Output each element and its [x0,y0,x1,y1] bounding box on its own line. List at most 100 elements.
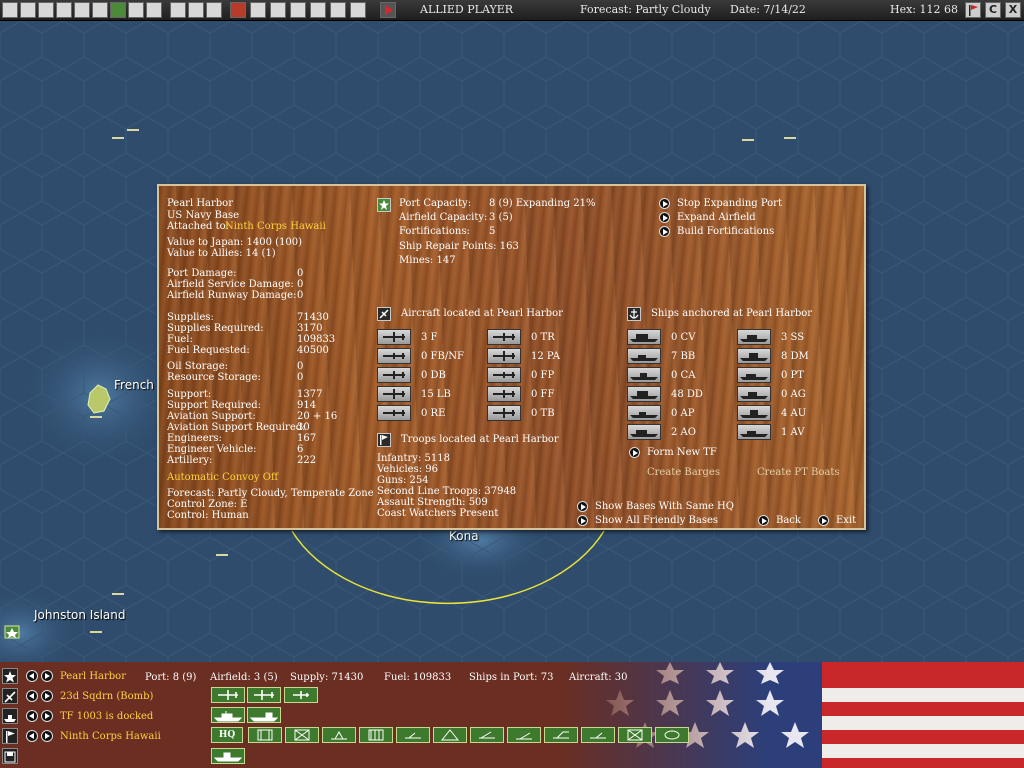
ship-type-icon[interactable] [737,348,771,364]
exit-button[interactable]: Exit [836,515,856,526]
star-icon[interactable] [110,2,126,18]
flag-icon[interactable] [2,728,18,744]
toolbar-button-9[interactable] [146,2,162,18]
ship-type-icon[interactable] [737,367,771,383]
ship-type-icon[interactable] [627,348,661,364]
land-unit-type-button[interactable] [655,727,689,743]
toolbar-button-13[interactable] [230,2,246,18]
toolbar-button-16[interactable] [290,2,306,18]
aircraft-type-icon[interactable] [377,329,411,345]
c-button[interactable]: C [985,2,1001,18]
toolbar-button-12[interactable] [206,2,222,18]
attached-hq-link[interactable]: Ninth Corps Hawaii [225,221,326,232]
aircraft-type-icon[interactable] [487,386,521,402]
aircraft-type-icon[interactable] [377,386,411,402]
aircraft-type-icon[interactable] [377,348,411,364]
show-bases-same-hq-button[interactable]: Show Bases With Same HQ [595,501,734,512]
land-unit-type-button[interactable] [581,727,615,743]
aircraft-type-icon[interactable] [377,367,411,383]
land-unit-type-button[interactable] [359,727,393,743]
fighter-button[interactable] [247,687,281,703]
plane-icon[interactable] [2,688,18,704]
patrol-plane-button[interactable] [284,687,318,703]
ship-type-icon[interactable] [737,386,771,402]
bottom-row-label[interactable]: TF 1003 is docked [60,711,153,722]
bottom-row-label[interactable]: Ninth Corps Hawaii [60,731,161,742]
ship-type-icon[interactable] [627,329,661,345]
land-unit-type-button[interactable] [470,727,504,743]
land-unit-type-button[interactable] [322,727,356,743]
arrow-right-icon[interactable] [818,515,829,526]
automatic-convoy-toggle[interactable]: Automatic Convoy Off [167,472,278,483]
toolbar-button-11[interactable] [188,2,204,18]
back-button[interactable]: Back [776,515,801,526]
create-pt-boats-button[interactable]: Create PT Boats [757,467,840,478]
chevron-right-icon[interactable] [41,710,53,722]
bottom-row-label[interactable]: 23d Sqdrn (Bomb) [60,691,153,702]
battleship-button[interactable] [211,707,245,723]
close-button[interactable]: X [1005,2,1021,18]
toolbar-button-17[interactable] [310,2,326,18]
ship-type-icon[interactable] [627,367,661,383]
aircraft-type-icon[interactable] [487,405,521,421]
aircraft-type-icon[interactable] [487,329,521,345]
toolbar-button-1[interactable] [2,2,18,18]
toolbar-button-2[interactable] [20,2,36,18]
chevron-left-icon[interactable] [26,710,38,722]
action-button[interactable]: Stop Expanding Port [677,198,782,209]
toolbar-button-19[interactable] [350,2,366,18]
ship-type-icon[interactable] [627,405,661,421]
action-button[interactable]: Build Fortifications [677,226,774,237]
aircraft-type-icon[interactable] [377,405,411,421]
toolbar-button-8[interactable] [128,2,144,18]
toolbar-button-6[interactable] [92,2,108,18]
land-unit-type-button[interactable] [618,727,652,743]
hq-button[interactable]: HQ [211,727,243,743]
action-button[interactable]: Expand Airfield [677,212,756,223]
arrow-right-icon[interactable] [659,226,670,237]
disk-icon[interactable] [2,748,18,764]
aircraft-type-icon[interactable] [487,367,521,383]
ship-type-icon[interactable] [737,329,771,345]
arrow-right-icon[interactable] [758,515,769,526]
toolbar-button-18[interactable] [330,2,346,18]
toolbar-button-14[interactable] [250,2,266,18]
arrow-right-icon[interactable] [629,447,640,458]
toolbar-button-3[interactable] [38,2,54,18]
aircraft-type-icon[interactable] [487,348,521,364]
chevron-left-icon[interactable] [26,670,38,682]
land-unit-type-button[interactable] [396,727,430,743]
arrow-right-icon[interactable] [577,515,588,526]
arrow-right-icon[interactable] [577,501,588,512]
toolbar-button-5[interactable] [74,2,90,18]
toolbar-button-4[interactable] [56,2,72,18]
chevron-left-icon[interactable] [26,690,38,702]
chevron-right-icon[interactable] [41,670,53,682]
flag-icon[interactable] [965,2,981,18]
land-unit-type-button[interactable] [433,727,467,743]
create-barges-button[interactable]: Create Barges [647,467,720,478]
chevron-right-icon[interactable] [41,730,53,742]
arrow-right-icon[interactable] [659,198,670,209]
globe-icon[interactable] [270,2,286,18]
bomber-button[interactable] [211,687,245,703]
land-unit-type-button[interactable] [248,727,282,743]
show-all-friendly-bases-button[interactable]: Show All Friendly Bases [595,515,718,526]
chevron-left-icon[interactable] [26,730,38,742]
land-unit-type-button[interactable] [544,727,578,743]
play-icon[interactable] [380,2,396,18]
star-icon[interactable] [2,668,18,684]
chevron-right-icon[interactable] [41,690,53,702]
form-new-tf-button[interactable]: Form New TF [647,447,717,458]
toolbar-button-10[interactable] [170,2,186,18]
transport-button[interactable] [247,707,281,723]
ship-icon[interactable] [2,708,18,724]
ship-type-icon[interactable] [627,424,661,440]
land-unit-type-button[interactable] [507,727,541,743]
ship-type-icon[interactable] [737,424,771,440]
transport-ship-button[interactable] [211,748,245,764]
ship-type-icon[interactable] [627,386,661,402]
ship-type-icon[interactable] [737,405,771,421]
arrow-right-icon[interactable] [659,212,670,223]
bottom-row-label[interactable]: Pearl Harbor [60,671,126,682]
